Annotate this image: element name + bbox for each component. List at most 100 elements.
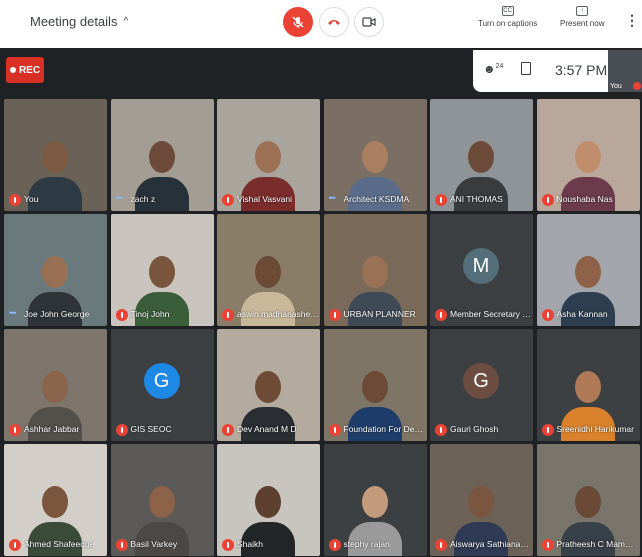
participant-name: Pratheesh C Mammen xyxy=(556,539,639,549)
participant-tile[interactable]: Sreenidhi Harikumar xyxy=(536,329,640,441)
mic-off-icon xyxy=(541,309,554,321)
mic-off-icon xyxy=(222,194,234,206)
participant-tile[interactable]: Shaikh xyxy=(217,444,320,556)
participant-tile[interactable]: M Member Secretary KSDMA xyxy=(430,214,533,326)
participant-video-head xyxy=(42,256,68,288)
camera-toggle-button[interactable] xyxy=(354,7,384,37)
participant-video-head xyxy=(574,141,601,173)
participant-video-head xyxy=(361,256,388,288)
mic-off-icon xyxy=(435,539,447,551)
mic-off-icon xyxy=(328,424,341,436)
mic-off-icon xyxy=(541,194,554,206)
participant-tile[interactable]: Ashhar Jabbar xyxy=(4,329,107,441)
participant-tile[interactable]: Tinoj John xyxy=(110,214,214,326)
mic-off-icon xyxy=(292,16,304,28)
speaking-indicator-icon: ••• xyxy=(115,193,124,203)
leave-call-button[interactable] xyxy=(319,7,349,37)
participant-video-head xyxy=(255,256,281,288)
mic-off-icon xyxy=(9,194,21,206)
chevron-up-icon: ^ xyxy=(123,16,129,27)
mic-off-icon xyxy=(115,424,128,436)
mic-off-icon xyxy=(222,539,234,551)
mic-off-icon xyxy=(541,424,554,436)
participant-tile[interactable]: G GIS SEOC xyxy=(110,329,214,441)
participant-video-head xyxy=(148,141,175,173)
captions-icon: CC xyxy=(501,6,514,16)
participant-tile[interactable]: aswin madhanashekar xyxy=(217,214,320,326)
participant-tile[interactable]: ••• Architect KSDMA xyxy=(323,99,427,211)
participant-video-head xyxy=(361,371,388,403)
participant-name: aswin madhanashekar xyxy=(237,309,319,319)
recording-label: REC xyxy=(18,64,41,76)
participant-tile[interactable]: Pratheesh C Mammen xyxy=(536,444,640,556)
top-bar: Meeting details ^ CC Turn on captions ↑ … xyxy=(0,0,642,48)
participant-tile[interactable]: ANI THOMAS xyxy=(430,99,533,211)
participant-name: Sreenidhi Harikumar xyxy=(556,424,634,434)
participant-count: 24 xyxy=(495,63,504,70)
participant-tile[interactable]: Foundation For Development xyxy=(323,329,427,441)
recording-badge: REC xyxy=(6,57,44,83)
camera-icon xyxy=(362,17,376,27)
participant-name: stephy rajan xyxy=(343,539,390,549)
present-now-button[interactable]: ↑ Present now xyxy=(560,6,604,28)
participant-tile[interactable]: URBAN PLANNER xyxy=(323,214,427,326)
self-view-thumbnail[interactable]: You xyxy=(608,50,642,92)
mic-off-icon xyxy=(328,309,341,321)
meeting-time: 3:57 PM xyxy=(555,62,608,78)
participant-tile[interactable]: stephy rajan xyxy=(323,444,427,556)
participants-button[interactable]: ☻24 xyxy=(483,62,503,76)
participant-name: Asha Kannan xyxy=(556,309,608,319)
participant-video-head xyxy=(255,486,281,518)
participant-video-head xyxy=(468,141,494,173)
participant-tile[interactable]: G Gauri Ghosh xyxy=(430,329,533,441)
participant-tile[interactable]: Ahmed Shafeeque xyxy=(4,444,107,556)
participant-name: URBAN PLANNER xyxy=(343,309,416,319)
participant-tile[interactable]: Noushaba Nas xyxy=(536,99,640,211)
participant-avatar: M xyxy=(463,248,499,284)
participant-video-head xyxy=(148,256,175,288)
participant-video-head xyxy=(148,486,175,518)
participant-name: Noushaba Nas xyxy=(556,194,613,204)
captions-label: Turn on captions xyxy=(478,19,538,28)
meeting-details-toggle[interactable]: Meeting details ^ xyxy=(30,14,128,29)
microphone-toggle-button[interactable] xyxy=(283,7,313,37)
present-now-label: Present now xyxy=(560,19,605,28)
present-icon: ↑ xyxy=(576,6,589,16)
participant-name: Member Secretary KSDMA xyxy=(450,309,532,319)
participant-video-head xyxy=(255,141,281,173)
mic-off-icon xyxy=(9,539,21,551)
participant-tile[interactable]: Asha Kannan xyxy=(536,214,640,326)
participant-tile[interactable]: ••• zach z xyxy=(110,99,214,211)
meeting-details-label: Meeting details xyxy=(30,14,118,29)
participant-tile[interactable]: ••• Joe John George xyxy=(4,214,107,326)
mic-off-icon xyxy=(328,539,341,551)
participant-grid: You ••• zach z Vishal Vasvani ••• Architect K… xyxy=(4,99,640,557)
captions-button[interactable]: CC Turn on captions xyxy=(478,6,537,28)
participant-video-head xyxy=(574,256,601,288)
participant-video-head xyxy=(255,371,281,403)
mic-off-icon xyxy=(541,539,554,551)
participant-video-head xyxy=(361,141,388,173)
participant-video-head xyxy=(574,486,601,518)
participant-name: zach z xyxy=(130,194,156,204)
participant-tile[interactable]: Vishal Vasvani xyxy=(217,99,320,211)
participant-tile[interactable]: Dev Anand M D xyxy=(217,329,320,441)
more-options-button[interactable]: ⋮ xyxy=(625,12,639,29)
chat-icon[interactable] xyxy=(521,62,531,75)
speaking-indicator-icon: ••• xyxy=(328,193,337,203)
participant-name: Ahmed Shafeeque xyxy=(24,539,95,549)
participant-video-head xyxy=(42,371,68,403)
participant-name: Joe John George xyxy=(24,309,90,319)
participant-tile[interactable]: Basil Varkey xyxy=(110,444,214,556)
people-icon: ☻ xyxy=(483,62,496,76)
participant-tile[interactable]: Aiswarya Sathianadhan xyxy=(430,444,533,556)
participant-video-head xyxy=(574,371,601,403)
mic-off-icon xyxy=(435,424,447,436)
participant-tile[interactable]: You xyxy=(4,99,107,211)
recording-dot-icon xyxy=(9,67,16,73)
mic-off-icon xyxy=(115,309,128,321)
participant-name: ANI THOMAS xyxy=(450,194,503,204)
mic-off-icon xyxy=(222,309,234,321)
participant-name: You xyxy=(24,194,39,204)
participant-name: Aiswarya Sathianadhan xyxy=(450,539,532,549)
